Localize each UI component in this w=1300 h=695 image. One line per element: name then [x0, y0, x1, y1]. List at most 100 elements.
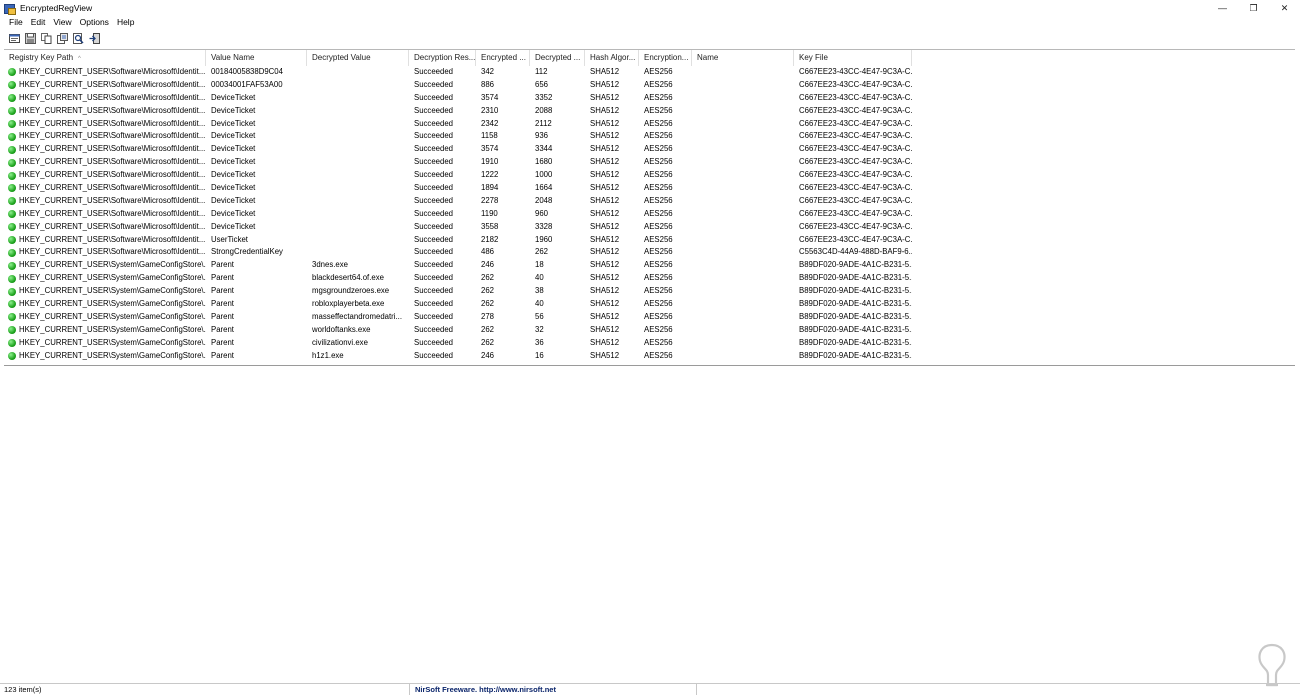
value-name-cell: StrongCredentialKey: [211, 247, 283, 257]
table-row[interactable]: HKEY_CURRENT_USER\Software\Microsoft\Ide…: [4, 169, 912, 182]
column-header-name[interactable]: Name: [692, 50, 794, 66]
table-row[interactable]: HKEY_CURRENT_USER\Software\Microsoft\Ide…: [4, 195, 912, 208]
value-name-cell: Parent: [211, 337, 234, 347]
value-name-cell: 00184005838D9C04: [211, 67, 283, 76]
table-row[interactable]: HKEY_CURRENT_USER\Software\Microsoft\Ide…: [4, 156, 912, 169]
decrypted-value-cell: civilizationvi.exe: [312, 337, 368, 347]
key-file-cell: C667EE23-43CC-4E47-9C3A-C...: [799, 92, 912, 102]
table-row[interactable]: HKEY_CURRENT_USER\Software\Microsoft\Ide…: [4, 182, 912, 195]
encryption-cell: AES256: [644, 260, 673, 270]
menu-edit[interactable]: Edit: [27, 16, 50, 29]
hash-algorithm-cell: SHA512: [590, 350, 620, 360]
decrypted-size-cell: 2088: [535, 105, 553, 115]
value-name-cell: DeviceTicket: [211, 170, 256, 180]
value-name-cell: DeviceTicket: [211, 195, 256, 205]
encrypted-size-cell: 3574: [481, 92, 499, 102]
decrypted-size-cell: 112: [535, 67, 548, 76]
table-row[interactable]: HKEY_CURRENT_USER\Software\Microsoft\Ide…: [4, 118, 912, 131]
html-report-button[interactable]: [56, 32, 69, 45]
registry-key-path-text: HKEY_CURRENT_USER\System\GameConfigStore…: [19, 299, 206, 309]
encrypted-size-cell: 2310: [481, 105, 499, 115]
column-header-hash-algorithm[interactable]: Hash Algor...: [585, 50, 639, 66]
encrypted-size-cell: 246: [481, 350, 495, 360]
column-header-decrypted-size[interactable]: Decrypted ...: [530, 50, 585, 66]
key-file-cell: C5563C4D-44A9-488D-BAF9-6...: [799, 247, 912, 257]
table-row[interactable]: HKEY_CURRENT_USER\Software\Microsoft\Ide…: [4, 79, 912, 92]
minimize-button[interactable]: —: [1207, 0, 1238, 16]
table-row[interactable]: HKEY_CURRENT_USER\System\GameConfigStore…: [4, 311, 912, 324]
table-row[interactable]: HKEY_CURRENT_USER\System\GameConfigStore…: [4, 324, 912, 337]
close-button[interactable]: ✕: [1269, 0, 1300, 16]
hash-algorithm-cell: SHA512: [590, 144, 620, 154]
table-row[interactable]: HKEY_CURRENT_USER\System\GameConfigStore…: [4, 298, 912, 311]
restore-button[interactable]: ❐: [1238, 0, 1269, 16]
menu-view[interactable]: View: [49, 16, 75, 29]
encryption-cell: AES256: [644, 195, 673, 205]
table-row[interactable]: HKEY_CURRENT_USER\Software\Microsoft\Ide…: [4, 66, 912, 79]
properties-button[interactable]: [8, 32, 21, 45]
encryption-cell: AES256: [644, 324, 673, 334]
menu-help[interactable]: Help: [113, 16, 138, 29]
registry-list-view[interactable]: Registry Key Path ^ Value Name Decrypted …: [4, 49, 1295, 366]
registry-key-path-text: HKEY_CURRENT_USER\Software\Microsoft\Ide…: [19, 131, 206, 141]
hash-algorithm-cell: SHA512: [590, 170, 620, 180]
decrypted-value-cell: h1z1.exe: [312, 350, 344, 360]
hash-algorithm-cell: SHA512: [590, 118, 620, 128]
decryption-result-cell: Succeeded: [414, 273, 454, 283]
decryption-result-cell: Succeeded: [414, 286, 454, 296]
menu-file[interactable]: File: [0, 16, 27, 29]
column-header-value-name[interactable]: Value Name: [206, 50, 307, 66]
table-row[interactable]: HKEY_CURRENT_USER\System\GameConfigStore…: [4, 272, 912, 285]
menu-options[interactable]: Options: [76, 16, 113, 29]
status-ok-icon: [8, 300, 16, 309]
exit-button[interactable]: [88, 32, 101, 45]
table-row[interactable]: HKEY_CURRENT_USER\Software\Microsoft\Ide…: [4, 105, 912, 118]
status-ok-icon: [8, 261, 16, 270]
registry-key-path-cell: HKEY_CURRENT_USER\Software\Microsoft\Ide…: [4, 246, 206, 259]
registry-key-path-cell: HKEY_CURRENT_USER\System\GameConfigStore…: [4, 272, 206, 285]
table-row[interactable]: HKEY_CURRENT_USER\System\GameConfigStore…: [4, 285, 912, 298]
column-header-decryption-result[interactable]: Decryption Res...: [409, 50, 476, 66]
encryption-cell: AES256: [644, 234, 673, 244]
column-header-decrypted-value[interactable]: Decrypted Value: [307, 50, 409, 66]
table-row[interactable]: HKEY_CURRENT_USER\System\GameConfigStore…: [4, 350, 912, 363]
column-header-registry-key-path[interactable]: Registry Key Path ^: [4, 50, 206, 66]
column-header-key-file[interactable]: Key File: [794, 50, 912, 66]
table-row[interactable]: HKEY_CURRENT_USER\System\GameConfigStore…: [4, 337, 912, 350]
decryption-result-cell: Succeeded: [414, 311, 454, 321]
status-credit-link[interactable]: NirSoft Freeware. http://www.nirsoft.net: [410, 684, 697, 695]
registry-key-path-text: HKEY_CURRENT_USER\Software\Microsoft\Ide…: [19, 247, 206, 257]
column-header-encryption[interactable]: Encryption...: [639, 50, 692, 66]
decryption-result-cell: Succeeded: [414, 118, 454, 128]
title-bar[interactable]: EncryptedRegView — ❐ ✕: [0, 0, 1300, 16]
column-header-encrypted-size[interactable]: Encrypted ...: [476, 50, 530, 66]
decryption-result-cell: Succeeded: [414, 144, 454, 154]
decryption-result-cell: Succeeded: [414, 170, 454, 180]
menu-bar: File Edit View Options Help: [0, 16, 138, 29]
decryption-result-cell: Succeeded: [414, 221, 454, 231]
table-row[interactable]: HKEY_CURRENT_USER\Software\Microsoft\Ide…: [4, 92, 912, 105]
registry-key-path-text: HKEY_CURRENT_USER\Software\Microsoft\Ide…: [19, 67, 206, 76]
registry-key-path-text: HKEY_CURRENT_USER\System\GameConfigStore…: [19, 286, 206, 296]
table-row[interactable]: HKEY_CURRENT_USER\System\GameConfigStore…: [4, 259, 912, 272]
encrypted-size-cell: 886: [481, 79, 495, 89]
find-button[interactable]: [72, 32, 85, 45]
encrypted-size-cell: 1910: [481, 157, 499, 167]
table-row[interactable]: HKEY_CURRENT_USER\Software\Microsoft\Ide…: [4, 208, 912, 221]
copy-button[interactable]: [40, 32, 53, 45]
table-row[interactable]: HKEY_CURRENT_USER\Software\Microsoft\Ide…: [4, 130, 912, 143]
table-row[interactable]: HKEY_CURRENT_USER\Software\Microsoft\Ide…: [4, 221, 912, 234]
table-row[interactable]: HKEY_CURRENT_USER\Software\Microsoft\Ide…: [4, 246, 912, 259]
value-name-cell: DeviceTicket: [211, 118, 256, 128]
hash-algorithm-cell: SHA512: [590, 299, 620, 309]
registry-key-path-text: HKEY_CURRENT_USER\Software\Microsoft\Ide…: [19, 105, 206, 115]
table-row[interactable]: HKEY_CURRENT_USER\Software\Microsoft\Ide…: [4, 234, 912, 247]
value-name-cell: Parent: [211, 260, 234, 270]
save-button[interactable]: [24, 32, 37, 45]
value-name-cell: Parent: [211, 350, 234, 360]
table-row[interactable]: HKEY_CURRENT_USER\Software\Microsoft\Ide…: [4, 143, 912, 156]
decrypted-size-cell: 1680: [535, 157, 553, 167]
status-ok-icon: [8, 352, 16, 361]
key-file-cell: C667EE23-43CC-4E47-9C3A-C...: [799, 157, 912, 167]
hash-algorithm-cell: SHA512: [590, 311, 620, 321]
